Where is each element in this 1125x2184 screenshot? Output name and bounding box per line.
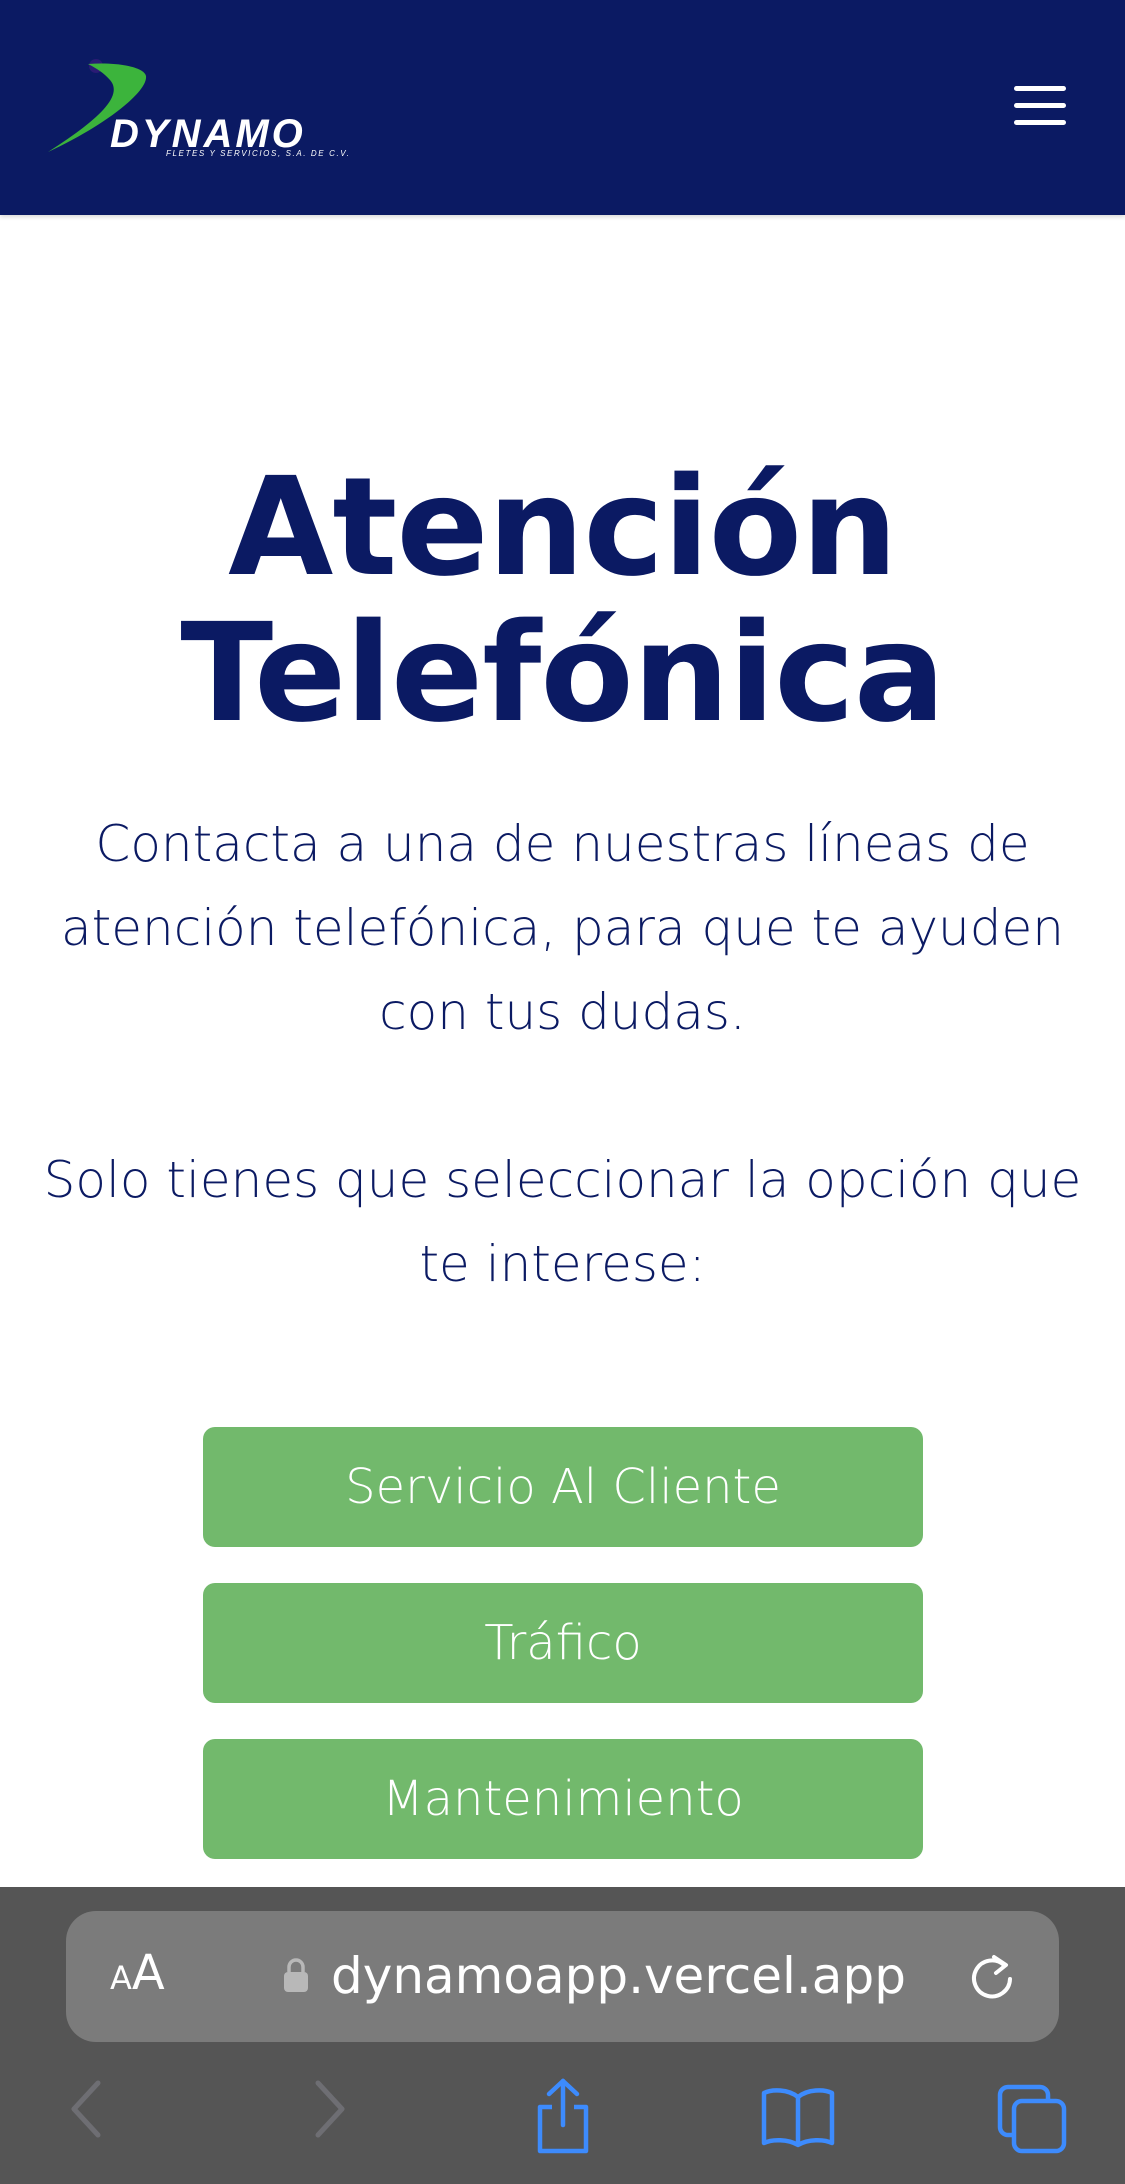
site-header: DYNAMO FLETES Y SERVICIOS, S.A. DE C.V. [0,0,1125,215]
lock-icon [284,1958,308,1992]
reload-icon[interactable] [964,1949,1020,2005]
page-title-line-2: Telefónica [180,595,945,753]
page-title-line-1: Atención [228,449,898,607]
hamburger-bar [1014,103,1066,108]
text-size-button[interactable]: AA [110,1949,165,1997]
hamburger-icon[interactable] [1010,82,1068,130]
browser-toolbar: AA dynamoapp.vercel.app [0,1887,1125,2184]
hamburger-bar [1014,86,1066,91]
url-text[interactable]: dynamoapp.vercel.app [331,1949,906,2004]
forward-icon[interactable] [310,2077,350,2141]
description-text: Contacta a una de nuestras líneas de ate… [61,815,1064,1041]
text-size-big-glyph: A [131,1945,165,2001]
instruction-text: Solo tienes que seleccionar la opción qu… [43,1151,1082,1293]
logo-wordmark: DYNAMO [110,112,306,156]
customer-service-button[interactable]: Servicio Al Cliente [203,1427,923,1547]
logo-subtitle: FLETES Y SERVICIOS, S.A. DE C.V. [166,149,351,158]
traffic-button[interactable]: Tráfico [203,1583,923,1703]
page-title: Atención Telefónica [0,455,1125,747]
address-bar[interactable]: AA dynamoapp.vercel.app [66,1911,1059,2042]
share-icon[interactable] [532,2077,594,2157]
dynamo-logo[interactable]: DYNAMO FLETES Y SERVICIOS, S.A. DE C.V. [44,56,354,162]
maintenance-button[interactable]: Mantenimiento [203,1739,923,1859]
tabs-icon[interactable] [996,2083,1068,2155]
bookmarks-icon[interactable] [760,2087,836,2149]
page: DYNAMO FLETES Y SERVICIOS, S.A. DE C.V. … [0,0,1125,2184]
text-size-small-glyph: A [110,1959,132,1997]
back-icon[interactable] [66,2077,106,2141]
hamburger-bar [1014,120,1066,125]
